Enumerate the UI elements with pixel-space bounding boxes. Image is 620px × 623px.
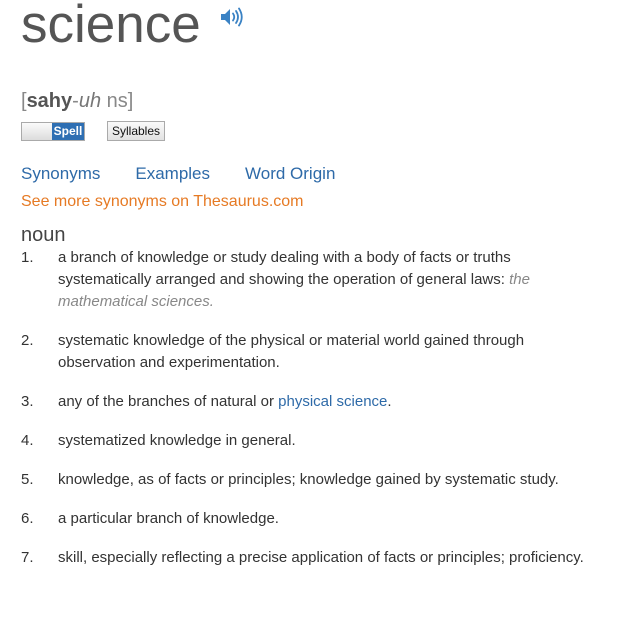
spell-toggle[interactable]: Spell [21, 121, 85, 141]
headword: science [21, 0, 201, 54]
pronunciation-buttons: Spell Syllables [21, 121, 166, 141]
dictionary-entry: science [sahy-uh ns] Spell Syllables Syn… [0, 0, 620, 623]
definition-text: knowledge, as of facts or principles; kn… [58, 471, 559, 488]
definition-text: a particular branch of knowledge. [58, 510, 279, 527]
definition-item: 1. a branch of knowledge or study dealin… [21, 247, 591, 313]
pron-stressed-syllable: sahy [26, 90, 73, 112]
definition-item: 4. systematized knowledge in general. [21, 430, 591, 452]
definition-number: 5. [21, 471, 34, 488]
definition-text-end: . [387, 393, 392, 410]
definition-text: skill, especially reflecting a precise a… [58, 549, 584, 566]
definition-number: 6. [21, 510, 34, 527]
thesaurus-link[interactable]: See more synonyms on Thesaurus.com [21, 192, 304, 212]
headword-row: science [21, 0, 245, 60]
definition-number: 4. [21, 432, 34, 449]
definition-item: 7. skill, especially reflecting a precis… [21, 547, 591, 569]
definition-number: 2. [21, 332, 34, 349]
toggle-knob [22, 122, 52, 140]
speaker-icon[interactable] [219, 6, 245, 28]
pron-italic-syllable: uh [78, 90, 102, 112]
pron-rest: ns [101, 90, 128, 112]
definition-list: 1. a branch of knowledge or study dealin… [21, 247, 591, 586]
pron-close-bracket: ] [127, 90, 134, 112]
definition-item: 5. knowledge, as of facts or principles;… [21, 469, 591, 491]
definition-text: any of the branches of natural or [58, 393, 274, 410]
spell-label: Spell [52, 122, 84, 140]
part-of-speech: noun [21, 224, 66, 246]
definition-number: 7. [21, 549, 34, 566]
pronunciation: [sahy-uh ns] [21, 88, 133, 114]
tab-synonyms[interactable]: Synonyms [21, 163, 100, 185]
entry-tabs: Synonyms Examples Word Origin [21, 163, 370, 185]
syllables-button[interactable]: Syllables [107, 121, 166, 141]
physical-science-link[interactable]: physical science [278, 393, 387, 410]
tab-examples[interactable]: Examples [135, 163, 210, 185]
definition-number: 1. [21, 249, 34, 266]
definition-text: systematic knowledge of the physical or … [58, 332, 525, 371]
definition-item: 2. systematic knowledge of the physical … [21, 330, 591, 374]
definition-number: 3. [21, 393, 34, 410]
definition-item: 6. a particular branch of knowledge. [21, 508, 591, 530]
tab-word-origin[interactable]: Word Origin [245, 163, 335, 185]
pron-separator: - [72, 90, 79, 112]
definition-item: 3. any of the branches of natural or phy… [21, 391, 591, 413]
definition-text: a branch of knowledge or study dealing w… [58, 249, 511, 288]
definition-text: systematized knowledge in general. [58, 432, 296, 449]
